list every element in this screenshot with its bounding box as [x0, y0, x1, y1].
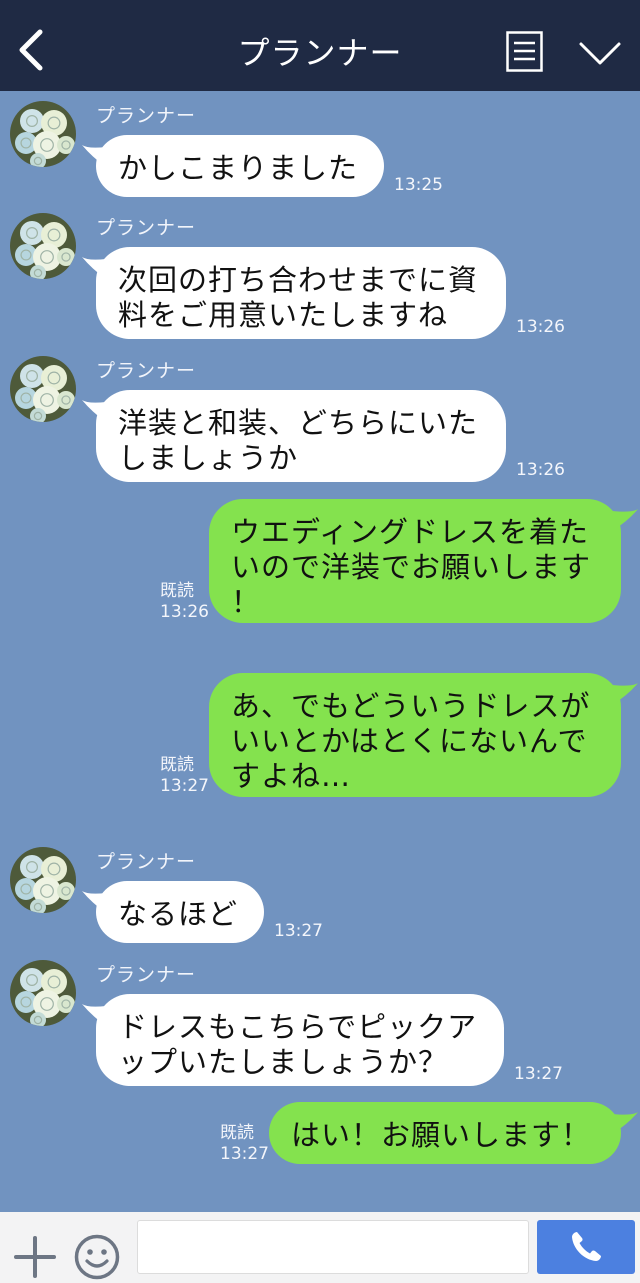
sender-name: プランナー	[96, 360, 197, 382]
avatar-image	[10, 960, 76, 1026]
read-receipt: 既読 13:27	[220, 1123, 269, 1165]
avatar[interactable]	[10, 847, 76, 913]
message-list[interactable]: プランナー かしこまりました 13:25 プランナー 次回の打ち合わせまでに資 …	[0, 91, 640, 1212]
message-line: 洋装と和装、どちらにいた	[118, 406, 479, 440]
avatar[interactable]	[10, 213, 76, 279]
message-input[interactable]	[137, 1220, 529, 1274]
rose-petal	[20, 968, 44, 992]
timestamp: 13:27	[160, 776, 209, 796]
message-bubble[interactable]: なるほど	[96, 881, 264, 943]
avatar-image	[10, 213, 76, 279]
avatar-image	[10, 101, 76, 167]
message-line: すよね…	[231, 759, 352, 793]
page-title: プランナー	[237, 34, 403, 72]
phone-icon	[572, 1232, 601, 1261]
avatar[interactable]	[10, 356, 76, 422]
rose-petal	[57, 248, 75, 266]
bubble-tail	[612, 509, 638, 531]
bubble-tail	[612, 1112, 638, 1134]
message-bubble[interactable]: 洋装と和装、どちらにいた しましょうか	[96, 390, 506, 482]
message-line: あ、でもどういうドレスが	[231, 689, 591, 723]
sender-name: プランナー	[96, 105, 197, 127]
message-line: 料をご用意いたしますね	[118, 298, 449, 332]
rose-petal	[57, 882, 75, 900]
smiley-icon[interactable]	[74, 1234, 120, 1280]
list-icon[interactable]	[506, 31, 543, 72]
timestamp: 13:26	[160, 602, 209, 622]
timestamp: 13:26	[516, 460, 565, 480]
message-line: しましょうか	[118, 441, 299, 475]
message-bubble[interactable]: かしこまりました	[96, 135, 384, 197]
rose-petal	[57, 995, 75, 1013]
sender-name: プランナー	[96, 217, 197, 239]
message-line: なるほど	[118, 897, 239, 931]
chat-header: プランナー	[0, 0, 640, 91]
timestamp: 13:26	[516, 317, 565, 337]
timestamp: 13:27	[220, 1144, 269, 1164]
message-line: ップいたしましょうか？	[118, 1045, 449, 1079]
timestamp: 13:27	[274, 921, 323, 941]
read-label: 既読	[160, 755, 194, 775]
bubble-tail	[612, 683, 638, 705]
chevron-down-icon[interactable]	[578, 38, 622, 68]
message-line: かしこまりました	[118, 151, 359, 185]
message-bubble[interactable]: 次回の打ち合わせまでに資 料をご用意いたしますね	[96, 247, 506, 339]
read-label: 既読	[220, 1123, 254, 1143]
outgoing-message: 既読 13:27 はい！お願いします！	[0, 1102, 640, 1164]
read-receipt: 既読 13:27	[160, 755, 209, 797]
message-line: ウエディングドレスを着た	[231, 515, 589, 549]
message-line: いいとかはとくにないんで	[231, 724, 588, 758]
message-line: 次回の打ち合わせまでに資	[118, 263, 479, 297]
timestamp: 13:27	[514, 1064, 563, 1084]
plus-icon[interactable]	[14, 1236, 56, 1278]
rose-petal	[20, 364, 44, 388]
avatar-image	[10, 356, 76, 422]
call-button[interactable]	[537, 1220, 635, 1274]
message-composer	[0, 1212, 640, 1283]
sender-name: プランナー	[96, 851, 197, 873]
rose-petal	[20, 109, 44, 133]
message-bubble[interactable]: あ、でもどういうドレスが いいとかはとくにないんで すよね…	[209, 673, 621, 797]
timestamp: 13:25	[394, 175, 443, 195]
outgoing-message: 既読 13:27 あ、でもどういうドレスが いいとかはとくにないんで すよね…	[0, 673, 640, 797]
avatar[interactable]	[10, 101, 76, 167]
avatar[interactable]	[10, 960, 76, 1026]
read-receipt: 既読 13:26	[160, 581, 209, 623]
message-bubble[interactable]: ウエディングドレスを着た いので洋装でお願いします ！	[209, 499, 621, 623]
sender-name: プランナー	[96, 964, 197, 986]
message-bubble[interactable]: ドレスもこちらでピックア ップいたしましょうか？	[96, 994, 504, 1086]
rose-petal	[57, 136, 75, 154]
rose-petal	[20, 221, 44, 245]
message-line: はい！お願いします！	[291, 1118, 592, 1152]
message-bubble[interactable]: はい！お願いします！	[269, 1102, 621, 1164]
rose-petal	[20, 855, 44, 879]
message-line: ドレスもこちらでピックア	[118, 1010, 478, 1044]
read-label: 既読	[160, 581, 194, 601]
avatar-image	[10, 847, 76, 913]
message-line: いので洋装でお願いします	[231, 550, 592, 584]
message-line: ！	[231, 585, 262, 619]
rose-petal	[57, 391, 75, 409]
outgoing-message: 既読 13:26 ウエディングドレスを着た いので洋装でお願いします ！	[0, 499, 640, 623]
